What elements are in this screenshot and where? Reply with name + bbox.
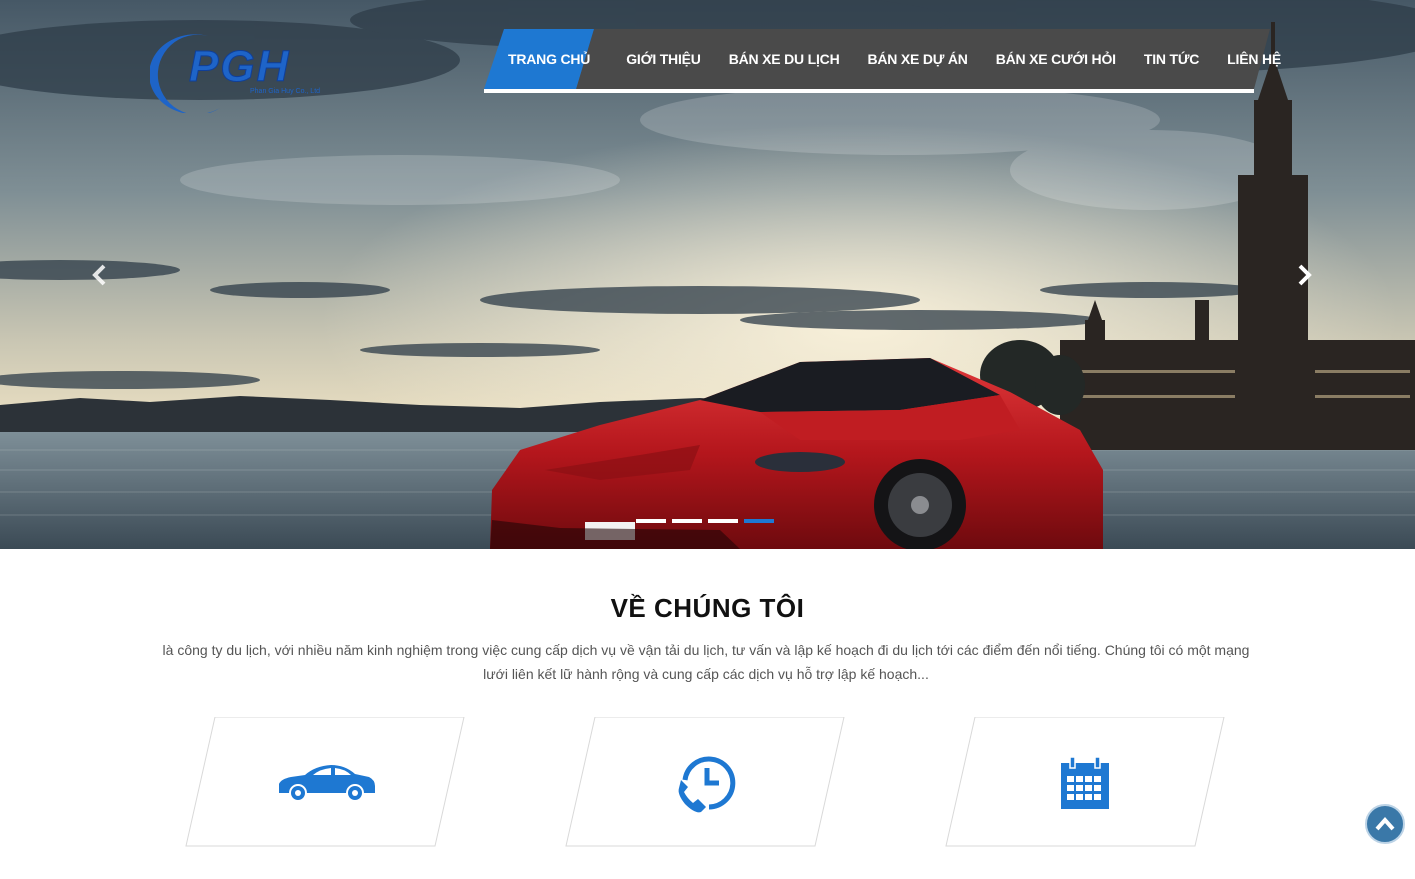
slider-next-button[interactable] <box>1290 258 1320 292</box>
feature-card-schedule[interactable] <box>945 717 1225 847</box>
nav-item[interactable]: BÁN XE DỰ ÁN <box>853 29 981 89</box>
main-nav: TRANG CHỦ GIỚI THIỆU BÁN XE DU LỊCH BÁN XE … <box>484 29 1281 94</box>
nav-item[interactable]: LIÊN HỆ <box>1213 29 1295 89</box>
nav-item[interactable]: GIỚI THIỆU <box>612 29 715 89</box>
chevron-right-icon <box>1298 264 1312 286</box>
slider-dot[interactable] <box>636 519 666 523</box>
slider-pagination <box>636 519 774 523</box>
feature-card-vehicles[interactable] <box>185 717 465 847</box>
phone-clock-icon <box>678 756 736 813</box>
about-title: VỀ CHÚNG TÔI <box>610 593 805 623</box>
slider-dot[interactable] <box>672 519 702 523</box>
chevron-left-icon <box>92 264 106 286</box>
calendar-icon <box>1061 757 1109 809</box>
nav-item[interactable]: BÁN XE DU LỊCH <box>715 29 854 89</box>
logo[interactable]: PGH Phan Gia Huy Co., Ltd <box>150 28 320 113</box>
feature-card-support[interactable] <box>565 717 845 847</box>
logo-text: PGH <box>188 42 291 92</box>
slider-dot[interactable] <box>744 519 774 523</box>
about-description: là công ty du lịch, với nhiều năm kinh n… <box>162 642 1250 682</box>
back-to-top-button[interactable] <box>1365 804 1405 844</box>
nav-item[interactable]: BÁN XE CƯỚI HỎI <box>982 29 1130 89</box>
chevron-up-icon <box>1375 816 1395 831</box>
car-icon <box>279 765 375 802</box>
nav-item[interactable]: TIN TỨC <box>1130 29 1213 89</box>
logo-subtitle: Phan Gia Huy Co., Ltd <box>250 88 321 95</box>
slider-prev-button[interactable] <box>84 258 114 292</box>
nav-item[interactable]: TRANG CHỦ <box>484 29 612 89</box>
hero-slider: PGH Phan Gia Huy Co., Ltd TRANG CHỦ GIỚI … <box>0 0 1415 549</box>
slider-dot[interactable] <box>708 519 738 523</box>
